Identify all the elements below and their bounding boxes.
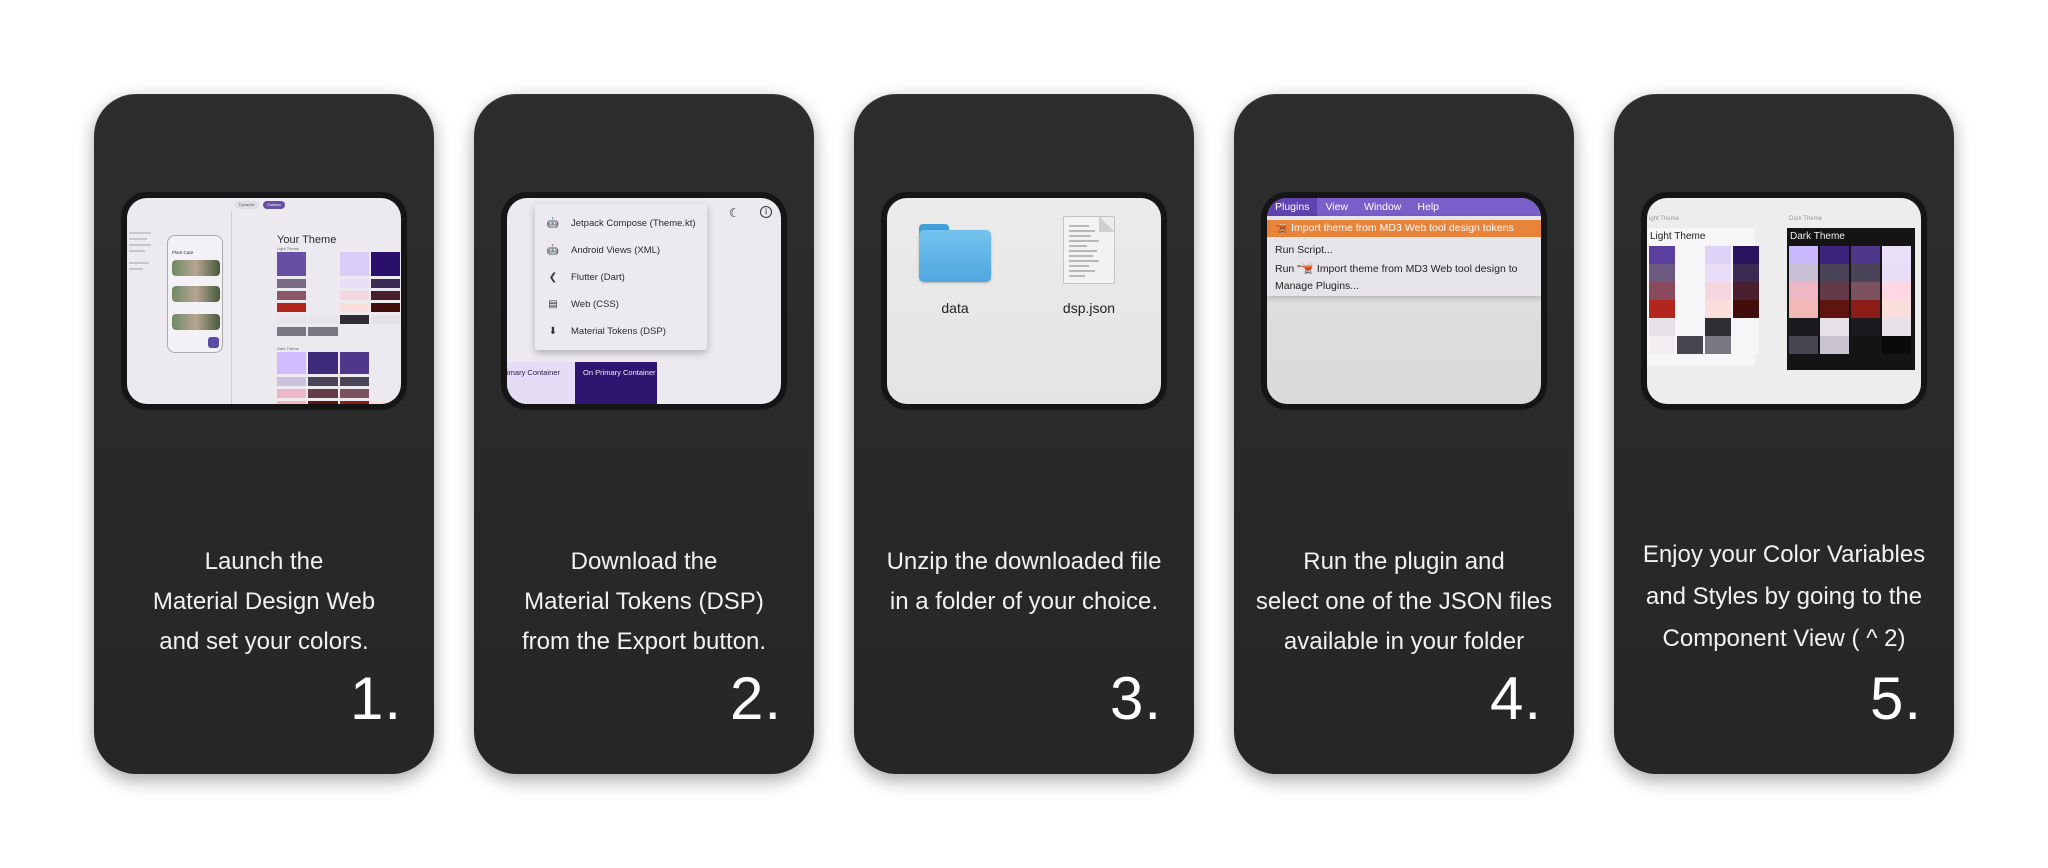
menu-help[interactable]: Help: [1409, 198, 1447, 216]
menu-item-label: Web (CSS): [571, 299, 619, 310]
menu-item-material-tokens[interactable]: ⬇ Material Tokens (DSP): [535, 318, 707, 345]
on-primary-container-swatch: On Primary Container: [575, 362, 657, 404]
caption-line: Unzip the downloaded file: [886, 548, 1162, 575]
file-label: dsp.json: [1062, 300, 1116, 316]
step-card-4: Plugins View Window Help 🫕 Import theme …: [1234, 94, 1574, 774]
caption-line: Enjoy your Color Variables: [1642, 541, 1926, 568]
step-card-5: ight Theme Dark Theme Light Theme Dark T…: [1614, 94, 1954, 774]
menu-item-jetpack-compose[interactable]: 🤖 Jetpack Compose (Theme.kt): [535, 210, 707, 237]
your-theme-title: Your Theme: [277, 234, 337, 246]
menu-item-label: Android Views (XML): [571, 245, 661, 256]
menu-view[interactable]: View: [1317, 198, 1356, 216]
edit-fab-icon[interactable]: [208, 337, 219, 348]
run-script-item[interactable]: Run Script...: [1275, 244, 1333, 256]
download-icon: ⬇: [548, 326, 558, 337]
caption-line: Material Design Web: [152, 588, 376, 615]
json-file-icon[interactable]: [1063, 216, 1115, 284]
android-icon: 🤖: [546, 245, 560, 256]
step-2-screenshot: 🤖 Jetpack Compose (Theme.kt) 🤖 Android V…: [501, 192, 787, 410]
menu-bar: Plugins View Window Help: [1267, 198, 1541, 216]
caption-line: in a folder of your choice.: [889, 588, 1159, 615]
menu-item-android-views[interactable]: 🤖 Android Views (XML): [535, 237, 707, 264]
phone-preview: Plant Care: [167, 235, 223, 353]
step-1-screenshot: Dynamic Custom Plant Care Your Theme Lig: [121, 192, 407, 410]
caption-line: and set your colors.: [159, 628, 369, 655]
menu-item-flutter[interactable]: ❮ Flutter (Dart): [535, 264, 707, 291]
manage-plugins-item[interactable]: Manage Plugins...: [1275, 280, 1359, 292]
caption-line: Run the plugin and: [1303, 548, 1505, 575]
plugins-dropdown: 🫕 Import theme from MD3 Web tool design …: [1267, 216, 1541, 296]
caption-line: Download the: [570, 548, 718, 575]
folder-icon[interactable]: [919, 224, 991, 282]
step-1-caption: Launch the Material Design Web and set y…: [108, 542, 420, 662]
step-2-caption: Download the Material Tokens (DSP) from …: [488, 542, 800, 662]
step-number: 2.: [729, 665, 782, 732]
step-card-2: 🤖 Jetpack Compose (Theme.kt) 🤖 Android V…: [474, 94, 814, 774]
caption-line: Launch the: [204, 548, 324, 575]
dark-theme-small-label: Dark Theme: [1789, 216, 1822, 222]
info-icon[interactable]: i: [760, 206, 772, 218]
tab-custom[interactable]: Custom: [263, 201, 285, 209]
run-last-plugin-item[interactable]: Run "🫕 Import theme from MD3 Web tool de…: [1275, 262, 1517, 275]
android-icon: 🤖: [546, 218, 560, 229]
menu-window[interactable]: Window: [1356, 198, 1409, 216]
dark-theme-label: Dark Theme: [277, 346, 299, 351]
menu-item-label: Material Tokens (DSP): [571, 326, 666, 337]
step-3-screenshot: data dsp.json: [881, 192, 1167, 410]
caption-line: and Styles by going to the: [1645, 583, 1923, 610]
dark-theme-title: Dark Theme: [1790, 231, 1845, 242]
tab-dynamic[interactable]: Dynamic: [235, 201, 259, 209]
step-4-screenshot: Plugins View Window Help 🫕 Import theme …: [1261, 192, 1547, 410]
caption-line: select one of the JSON files: [1255, 588, 1553, 615]
caption-line: Material Tokens (DSP): [524, 588, 764, 615]
step-number: 1.: [349, 665, 402, 732]
step-number: 5.: [1869, 665, 1922, 732]
step-5-screenshot: ight Theme Dark Theme Light Theme Dark T…: [1641, 192, 1927, 410]
web-icon: ▤: [548, 299, 558, 310]
import-theme-plugin-item[interactable]: 🫕 Import theme from MD3 Web tool design …: [1267, 220, 1541, 237]
caption-line: available in your folder: [1283, 628, 1525, 655]
caption-line: from the Export button.: [521, 628, 767, 655]
menu-item-web-css[interactable]: ▤ Web (CSS): [535, 291, 707, 318]
menu-item-label: Flutter (Dart): [571, 272, 625, 283]
step-5-caption: Enjoy your Color Variables and Styles by…: [1628, 534, 1940, 660]
step-number: 4.: [1489, 665, 1542, 732]
light-theme-label: Light Theme: [277, 246, 300, 251]
menu-item-label: Jetpack Compose (Theme.kt): [571, 218, 696, 229]
flutter-icon: ❮: [548, 272, 558, 283]
caption-line: Component View ( ^ 2): [1662, 625, 1906, 652]
light-theme-frame: Light Theme: [1647, 228, 1759, 366]
step-4-caption: Run the plugin and select one of the JSO…: [1248, 542, 1560, 662]
light-theme-small-label: ight Theme: [1649, 216, 1679, 222]
menu-plugins[interactable]: Plugins: [1267, 198, 1318, 216]
step-card-1: Dynamic Custom Plant Care Your Theme Lig: [94, 94, 434, 774]
export-menu: 🤖 Jetpack Compose (Theme.kt) 🤖 Android V…: [535, 204, 707, 350]
step-card-3: data dsp.json Unzip the downloaded file …: [854, 94, 1194, 774]
dark-theme-frame: Dark Theme: [1787, 228, 1915, 370]
dark-mode-icon[interactable]: ☾: [729, 206, 740, 220]
folder-label: data: [941, 300, 969, 316]
step-3-caption: Unzip the downloaded file in a folder of…: [868, 542, 1180, 622]
primary-container-swatch: imary Container: [507, 362, 575, 404]
light-theme-title: Light Theme: [1650, 231, 1706, 242]
step-number: 3.: [1109, 665, 1162, 732]
theme-color-grid: [277, 252, 401, 339]
app-title: Plant Care: [172, 250, 194, 255]
sidebar: [127, 212, 157, 404]
